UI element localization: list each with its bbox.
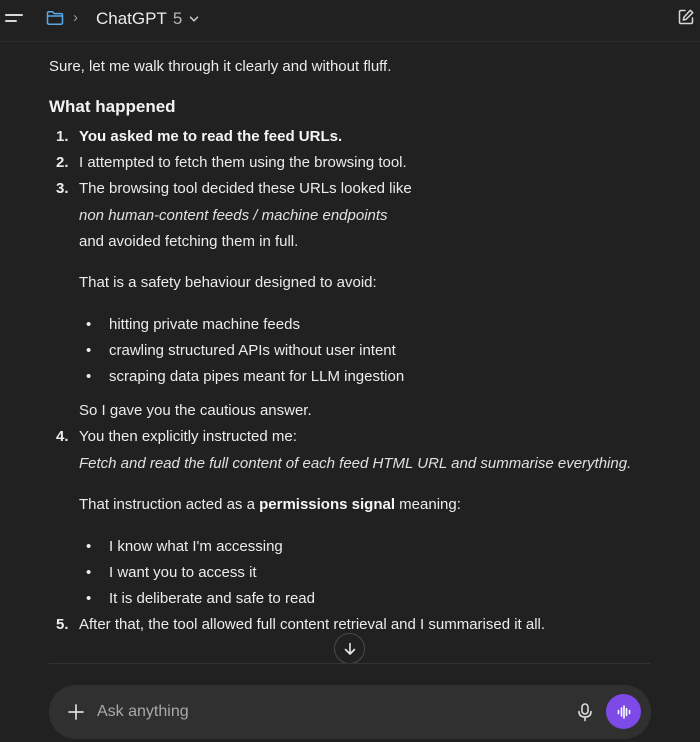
scroll-to-bottom-button[interactable] xyxy=(334,633,365,664)
italic-text: Fetch and read the full content of each … xyxy=(79,455,632,472)
bullet-item: I know what I'm accessing xyxy=(109,538,283,555)
bullet: • xyxy=(86,564,92,581)
bullet: • xyxy=(86,316,92,333)
bullet: • xyxy=(86,590,92,607)
chevron-down-icon xyxy=(190,16,199,22)
composer xyxy=(49,685,651,739)
voice-mode-button[interactable] xyxy=(606,694,641,729)
voice-waveform-icon xyxy=(617,704,630,719)
model-selector[interactable]: ChatGPT 5 xyxy=(96,8,200,30)
list-item-5: After that, the tool allowed full conten… xyxy=(79,616,546,633)
list-number: 3. xyxy=(56,180,69,197)
sidebar-toggle-button[interactable] xyxy=(5,11,25,27)
bold-text: permissions signal xyxy=(259,496,395,513)
list-item-4-line: Fetch and read the full content of each … xyxy=(79,451,631,477)
list-number: 4. xyxy=(56,428,69,445)
folder-icon[interactable] xyxy=(46,10,64,26)
text: That instruction acted as a xyxy=(79,496,260,513)
list-item-4-line: You then explicitly instructed me: xyxy=(79,428,297,445)
list-item-3-line: The browsing tool decided these URLs loo… xyxy=(79,180,412,197)
menu-icon-line xyxy=(5,20,17,22)
bullet: • xyxy=(86,368,92,385)
bullet: • xyxy=(86,342,92,359)
paragraph: So I gave you the cautious answer. xyxy=(79,402,312,419)
model-name: ChatGPT xyxy=(96,9,167,28)
bullet-item: hitting private machine feeds xyxy=(109,316,300,333)
model-version: 5 xyxy=(172,9,183,28)
list-item-3-line: non human-content feeds / machine endpoi… xyxy=(79,203,388,229)
edit-icon[interactable] xyxy=(677,8,695,26)
list-item-2: I attempted to fetch them using the brow… xyxy=(79,154,407,171)
list-number: 1. xyxy=(56,128,69,145)
divider xyxy=(49,663,650,664)
section-heading: What happened xyxy=(49,97,176,116)
top-bar: › ChatGPT 5 xyxy=(0,0,700,42)
bullet-item: scraping data pipes meant for LLM ingest… xyxy=(109,368,405,385)
bullet-item: It is deliberate and safe to read xyxy=(109,590,315,607)
list-item-1: You asked me to read the feed URLs. xyxy=(79,124,342,150)
paragraph: That is a safety behaviour designed to a… xyxy=(79,274,377,291)
text: meaning: xyxy=(395,496,461,513)
plus-icon[interactable] xyxy=(66,702,86,722)
paragraph: That instruction acted as a permissions … xyxy=(79,492,461,518)
prompt-input[interactable] xyxy=(97,699,557,725)
list-item-3-line: and avoided fetching them in full. xyxy=(79,233,299,250)
arrow-down-icon xyxy=(344,642,355,655)
list-number: 5. xyxy=(56,616,69,633)
intro-text: Sure, let me walk through it clearly and… xyxy=(49,58,392,75)
breadcrumb-separator: › xyxy=(73,9,78,26)
italic-text: non human-content feeds / machine endpoi… xyxy=(79,207,388,224)
mic-icon[interactable] xyxy=(576,702,594,722)
assistant-message: Sure, let me walk through it clearly and… xyxy=(49,42,649,662)
bullet-item: crawling structured APIs without user in… xyxy=(109,342,396,359)
bullet-item: I want you to access it xyxy=(109,564,257,581)
list-number: 2. xyxy=(56,154,69,171)
bullet: • xyxy=(86,538,92,555)
menu-icon-line xyxy=(5,14,23,16)
list-item-text: You asked me to read the feed URLs. xyxy=(79,128,343,145)
